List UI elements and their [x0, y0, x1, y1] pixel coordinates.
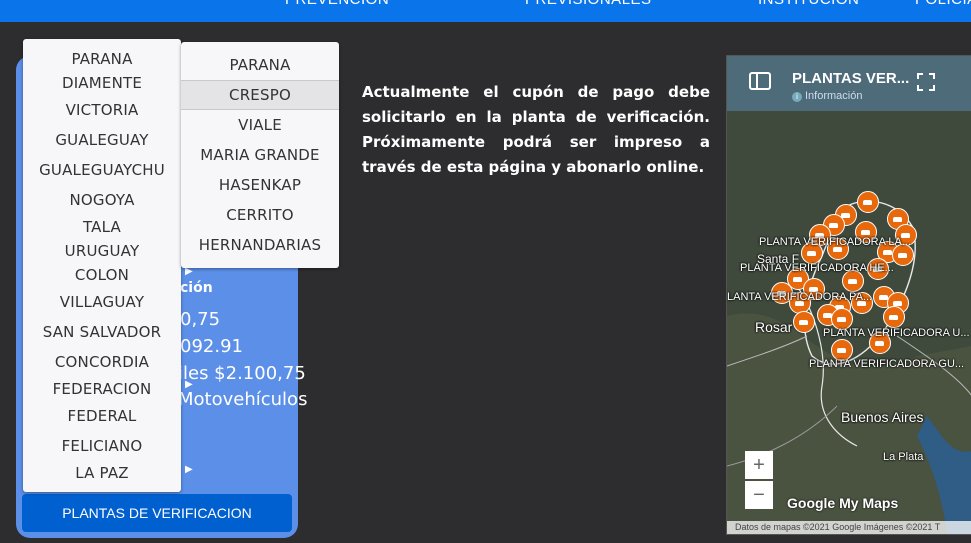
- departamentos-dropdown: PARANA DIAMENTE VICTORIA GUALEGUAY GUALE…: [23, 39, 181, 492]
- panel-price-2: 092.91: [180, 336, 243, 357]
- google-my-maps-logo: Google My Maps: [787, 495, 899, 511]
- map-label-u: PLANTA VERIFICADORA U...: [823, 327, 970, 339]
- dropdown-item-san-salvador[interactable]: SAN SALVADOR: [23, 323, 181, 341]
- dropdown-item-hernandarias[interactable]: HERNANDARIAS: [181, 236, 339, 254]
- dropdown-item-gualeguaychu[interactable]: GUALEGUAYCHU: [23, 161, 181, 179]
- dropdown-item-maria-grande[interactable]: MARIA GRANDE: [181, 146, 339, 164]
- payment-info-paragraph: Actualmente el cupón de pago debe solici…: [362, 83, 710, 176]
- dropdown-item-nogoya[interactable]: NOGOYA: [23, 191, 181, 209]
- nav-previsionales[interactable]: PREVISIONALES: [525, 0, 652, 8]
- dropdown-item-diamente[interactable]: DIAMENTE: [23, 74, 181, 92]
- map-label-gu: PLANTA VERIFICADORA GU...: [809, 358, 965, 370]
- dropdown-item-cerrito[interactable]: CERRITO: [181, 206, 339, 224]
- nav-policia[interactable]: POLICIA: [915, 0, 971, 8]
- map-marker-pin[interactable]: [793, 311, 815, 333]
- chevron-right-icon: ▶: [185, 379, 193, 390]
- city-rosario: Rosar: [755, 319, 793, 335]
- chevron-right-icon: ▶: [185, 464, 193, 475]
- dropdown-item-victoria[interactable]: VICTORIA: [23, 101, 181, 119]
- panel-heading: ción: [180, 280, 213, 296]
- panel-motovehiculos: Motovehículos: [178, 389, 308, 410]
- panel-price-3: iles $2.100,75: [178, 363, 306, 384]
- top-nav-bar: PREVENCION PREVISIONALES INSTITUCION POL…: [0, 0, 971, 22]
- dropdown-item-parana[interactable]: PARANA: [181, 56, 339, 74]
- dropdown-item-federal[interactable]: FEDERAL: [23, 407, 181, 425]
- panel-price-1: 0,75: [180, 309, 221, 330]
- dropdown-item-parana[interactable]: PARANA: [23, 50, 181, 68]
- dropdown-item-tala[interactable]: TALA: [23, 218, 181, 236]
- map-title: PLANTAS VER...: [792, 70, 910, 87]
- embedded-map[interactable]: PLANTAS VER... i Información PLANTA VERIF…: [726, 55, 971, 535]
- map-info-label: Información: [805, 90, 863, 102]
- dropdown-item-federacion[interactable]: FEDERACION: [23, 380, 181, 398]
- dropdown-item-concordia[interactable]: CONCORDIA: [23, 353, 181, 371]
- fullscreen-icon[interactable]: [917, 73, 935, 91]
- nav-institucion[interactable]: INSTITUCION: [758, 0, 859, 8]
- dropdown-item-uruguay[interactable]: URUGUAY: [23, 242, 181, 260]
- map-attribution[interactable]: Datos de mapas ©2021 Google Imágenes ©20…: [727, 521, 971, 534]
- city-buenos-aires: Buenos Aires: [841, 409, 924, 425]
- dropdown-item-crespo[interactable]: CRESPO: [181, 80, 339, 110]
- dropdown-item-feliciano[interactable]: FELICIANO: [23, 437, 181, 455]
- dropdown-item-gualeguay[interactable]: GUALEGUAY: [23, 131, 181, 149]
- city-santa-fe: Santa F: [757, 252, 800, 266]
- zoom-out-button[interactable]: −: [745, 481, 773, 509]
- info-icon: i: [792, 92, 802, 102]
- map-marker-pin[interactable]: [857, 191, 879, 213]
- dropdown-item-la-paz[interactable]: LA PAZ: [23, 464, 181, 482]
- zoom-in-button[interactable]: +: [745, 451, 773, 479]
- dropdown-item-hasenkap[interactable]: HASENKAP: [181, 176, 339, 194]
- localidades-dropdown: PARANA CRESPO VIALE MARIA GRANDE HASENKA…: [181, 42, 339, 268]
- city-la-plata: La Plata: [883, 451, 924, 463]
- map-marker-pin[interactable]: [883, 306, 905, 328]
- dropdown-item-villaguay[interactable]: VILLAGUAY: [23, 293, 181, 311]
- map-header: PLANTAS VER... i Información: [727, 56, 971, 111]
- map-label-la: PLANTA VERIFICADORA LA...: [759, 236, 912, 248]
- dropdown-item-colon[interactable]: COLON: [23, 266, 181, 284]
- nav-prevencion[interactable]: PREVENCION: [285, 0, 389, 8]
- map-label-pa: LANTA VERIFICADORA PA...: [727, 291, 873, 303]
- sidebar-toggle-icon[interactable]: [749, 72, 771, 90]
- plantas-verificacion-button[interactable]: PLANTAS DE VERIFICACION: [22, 494, 292, 532]
- dropdown-item-viale[interactable]: VIALE: [181, 116, 339, 134]
- map-info-link[interactable]: i Información: [792, 90, 862, 102]
